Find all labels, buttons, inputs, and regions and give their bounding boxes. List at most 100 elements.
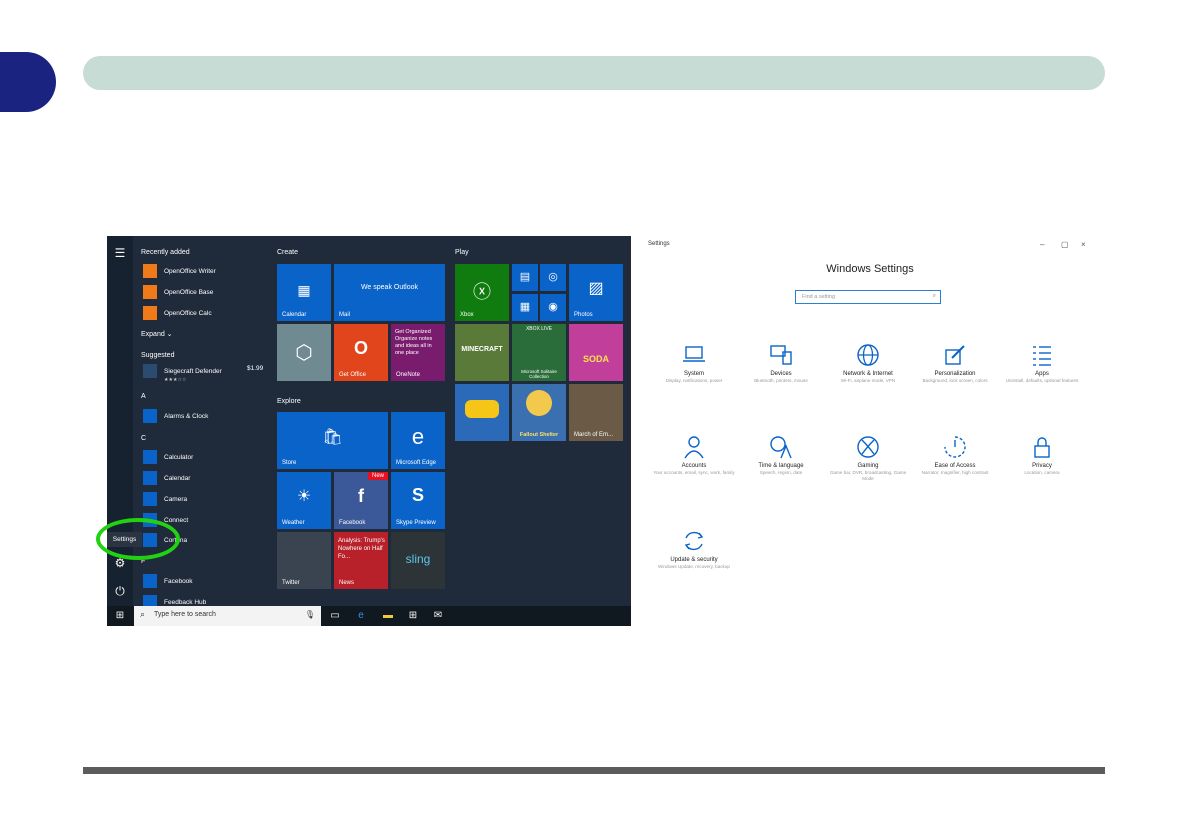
clapper-icon: ▤ xyxy=(519,271,531,283)
tile-minecraft[interactable]: MINECRAFT xyxy=(455,324,509,381)
office-icon: O xyxy=(353,338,368,358)
app-openoffice-base[interactable]: OpenOffice Base xyxy=(143,284,213,300)
category-name: Update & security xyxy=(670,557,718,563)
time-language-icon xyxy=(770,436,792,459)
calculator-icon xyxy=(143,450,157,464)
tile-fallout-shelter[interactable]: Fallout Shelter xyxy=(512,384,566,441)
hexagon-icon: ⬡ xyxy=(295,342,313,364)
section-a: A xyxy=(141,393,146,400)
disc-icon: ◎ xyxy=(548,271,558,283)
tile-weather[interactable]: ☀ Weather xyxy=(277,472,331,529)
tile-movies[interactable]: ▤ xyxy=(512,264,538,291)
settings-devices[interactable]: Devices Bluetooth, printers, mouse xyxy=(738,342,824,384)
settings-update-security[interactable]: Update & security Windows Update, recove… xyxy=(651,528,737,570)
store-taskbar-icon[interactable]: ⊞ xyxy=(406,609,420,623)
app-calendar[interactable]: Calendar xyxy=(143,470,190,486)
search-placeholder: Type here to search xyxy=(154,611,216,618)
settings-privacy[interactable]: Privacy Location, camera xyxy=(999,434,1085,476)
settings-personalization[interactable]: Personalization Background, lock screen,… xyxy=(912,342,998,384)
settings-time-language[interactable]: Time & language Speech, region, date xyxy=(738,434,824,476)
category-desc: Your accounts, email, sync, work, family xyxy=(653,470,735,475)
app-calculator[interactable]: Calculator xyxy=(143,449,193,465)
minecraft-logo: MINECRAFT xyxy=(461,346,503,353)
category-desc: Game bar, DVR, broadcasting, Game Mode xyxy=(829,470,907,481)
category-name: Devices xyxy=(770,371,792,377)
sling-logo: sling xyxy=(405,552,431,566)
settings-accounts[interactable]: Accounts Your accounts, email, sync, wor… xyxy=(651,434,737,476)
settings-system[interactable]: System Display, notifications, power xyxy=(651,342,737,384)
tile-candy-crush[interactable]: SODA xyxy=(569,324,623,381)
minimize-icon[interactable]: – xyxy=(1040,240,1044,249)
tile-store[interactable]: 🛍 Store xyxy=(277,412,388,469)
tile-get-office[interactable]: O Get Office xyxy=(334,324,388,381)
laptop-icon xyxy=(683,346,705,362)
category-desc: Speech, region, date xyxy=(759,470,803,475)
camera-icon xyxy=(143,492,157,506)
tile-mail[interactable]: We speak Outlook Mail xyxy=(334,264,445,321)
group-create: Create xyxy=(277,249,299,256)
expand-link[interactable]: Expand ⌄ xyxy=(141,330,173,338)
sun-icon: ☀ xyxy=(296,488,312,505)
openoffice-base-icon xyxy=(143,285,157,299)
tile-edge[interactable]: e Microsoft Edge xyxy=(391,412,445,469)
alarm-clock-icon xyxy=(143,409,157,423)
settings-gaming[interactable]: Gaming Game bar, DVR, broadcasting, Game… xyxy=(825,434,911,482)
tile-facebook[interactable]: New f Facebook xyxy=(334,472,388,529)
category-desc: Location, camera xyxy=(1024,470,1060,475)
settings-apps[interactable]: Apps Uninstall, defaults, optional featu… xyxy=(999,342,1085,384)
tile-skype[interactable]: S Skype Preview xyxy=(391,472,445,529)
rating-stars: ★★★☆☆ xyxy=(164,377,187,383)
app-label: OpenOffice Base xyxy=(164,288,214,296)
file-explorer-icon[interactable]: ▬ xyxy=(381,609,395,623)
section-recently-added: Recently added xyxy=(141,249,190,256)
settings-network[interactable]: Network & Internet Wi-Fi, airplane mode,… xyxy=(825,342,911,384)
maximize-icon[interactable]: ▢ xyxy=(1061,240,1069,249)
tile-calculator[interactable]: ▦ xyxy=(512,294,538,321)
tile-camera[interactable]: ◉ xyxy=(540,294,566,321)
edge-taskbar-icon[interactable]: e xyxy=(354,609,368,623)
tile-twitter[interactable]: Twitter xyxy=(277,532,331,589)
candy-logo: SODA xyxy=(582,354,609,364)
mail-taskbar-icon[interactable]: ✉ xyxy=(431,609,445,623)
category-name: Ease of Access xyxy=(934,463,976,469)
tile-solitaire[interactable]: XBOX LIVE Microsoft Solitaire Collection xyxy=(512,324,566,381)
footer-rule xyxy=(83,767,1105,774)
app-facebook[interactable]: Facebook xyxy=(143,573,193,589)
tile-asphalt[interactable] xyxy=(455,384,509,441)
tile-xbox[interactable]: ⓧ Xbox xyxy=(455,264,509,321)
app-openoffice-writer[interactable]: OpenOffice Writer xyxy=(143,263,216,279)
list-icon xyxy=(1033,346,1051,366)
task-view-icon[interactable]: ▭ xyxy=(328,609,342,623)
calendar-icon xyxy=(143,471,157,485)
xbox-live-badge: XBOX LIVE xyxy=(525,326,553,332)
tile-hex-app[interactable]: ⬡ xyxy=(277,324,331,381)
tile-sling[interactable]: sling xyxy=(391,532,445,589)
power-icon[interactable]: ⏻ xyxy=(113,584,127,599)
app-label: Connect xyxy=(164,516,189,524)
facebook-logo-icon: f xyxy=(358,486,364,506)
tile-onenote[interactable]: Get Organized Organize notes and ideas a… xyxy=(391,324,445,381)
microphone-icon[interactable]: 🎙 xyxy=(305,610,315,619)
app-openoffice-calc[interactable]: OpenOffice Calc xyxy=(143,305,212,321)
app-label: Facebook xyxy=(164,577,193,585)
app-alarms[interactable]: Alarms & Clock xyxy=(143,408,208,424)
tile-label: Facebook xyxy=(339,520,366,526)
settings-ease-of-access[interactable]: Ease of Access Narrator, magnifier, high… xyxy=(912,434,998,476)
app-camera[interactable]: Camera xyxy=(143,491,187,507)
category-desc: Bluetooth, printers, mouse xyxy=(754,378,808,383)
vault-boy-graphic xyxy=(526,390,552,416)
tile-photos[interactable]: ▨ Photos xyxy=(569,264,623,321)
openoffice-writer-icon xyxy=(143,264,157,278)
lock-icon xyxy=(1034,437,1050,458)
tile-label: News xyxy=(339,580,355,586)
category-name: Personalization xyxy=(934,371,976,377)
tile-march-of-empires[interactable]: March of Em... xyxy=(569,384,623,441)
tile-news[interactable]: Analysis: Trump's Nowhere on Half Fo... … xyxy=(334,532,388,589)
tile-groove[interactable]: ◎ xyxy=(540,264,566,291)
close-icon[interactable]: × xyxy=(1081,240,1086,249)
hamburger-icon[interactable]: ☰ xyxy=(113,246,127,260)
find-setting-input[interactable]: Find a setting ⌕ xyxy=(795,290,941,304)
windows-start-icon[interactable]: ⊞ xyxy=(113,609,127,623)
taskbar-search-box[interactable]: ⌕ Type here to search 🎙 xyxy=(134,606,321,626)
tile-calendar[interactable]: ▦ Calendar xyxy=(277,264,331,321)
